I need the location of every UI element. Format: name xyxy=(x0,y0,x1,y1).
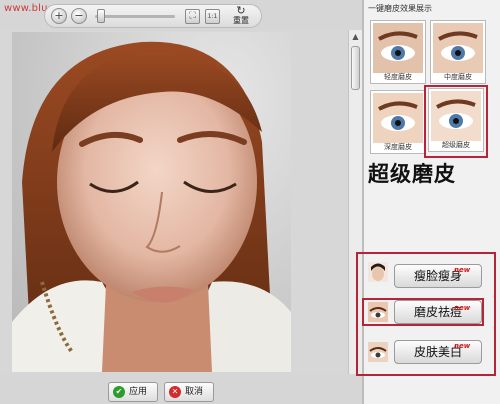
close-icon: ✕ xyxy=(169,386,181,398)
portrait-illustration xyxy=(12,41,291,372)
zoom-in-icon: + xyxy=(54,9,64,22)
selected-effect-caption: 超级磨皮 xyxy=(368,162,456,186)
actual-size-icon: 1:1 xyxy=(207,13,218,20)
thumbnail-deep[interactable]: 深度磨皮 xyxy=(370,90,426,154)
zoom-toolbar: + − ⛶ 1:1 ↻ 重置 xyxy=(44,4,262,28)
eye-closeup-icon xyxy=(368,302,388,322)
eye-thumbnail-image xyxy=(373,23,423,73)
effects-panel: 一键磨皮效果展示 轻度磨皮 中度磨皮 深度磨皮 超级磨皮 超级磨皮 瘦脸瘦身 n… xyxy=(356,0,500,404)
checkmark-icon: ✔ xyxy=(113,386,125,398)
scrollbar-thumb[interactable] xyxy=(351,46,360,90)
panel-title: 一键磨皮效果展示 xyxy=(368,4,432,13)
portrait-photo xyxy=(12,32,291,372)
apply-label: 应用 xyxy=(129,387,148,397)
fit-window-icon: ⛶ xyxy=(189,11,196,21)
new-badge: new xyxy=(454,342,471,350)
zoom-in-button[interactable]: + xyxy=(51,8,67,24)
zoom-slider-thumb[interactable] xyxy=(97,9,105,23)
apply-button[interactable]: ✔ 应用 xyxy=(108,382,158,402)
photo-editor-window: www.blue1000.com + − ⛶ 1:1 ↻ 重置 xyxy=(0,0,500,404)
cancel-label: 取消 xyxy=(185,387,204,397)
reset-icon: ↻ xyxy=(236,4,246,17)
selected-thumbnail-highlight xyxy=(424,85,488,158)
toolbar: www.blue1000.com + − ⛶ 1:1 ↻ 重置 xyxy=(0,0,362,30)
reset-button[interactable]: ↻ 重置 xyxy=(227,5,255,27)
new-badge: new xyxy=(454,266,471,274)
action-bar: ✔ 应用 ✕ 取消 xyxy=(0,374,362,404)
actual-size-button[interactable]: 1:1 xyxy=(205,9,220,24)
cancel-button[interactable]: ✕ 取消 xyxy=(164,382,214,402)
thumbnail-label: 中度磨皮 xyxy=(444,73,472,81)
reset-label: 重置 xyxy=(233,16,249,25)
zoom-out-button[interactable]: − xyxy=(71,8,87,24)
thumbnail-light[interactable]: 轻度磨皮 xyxy=(370,20,426,84)
scroll-up-icon[interactable]: ▲ xyxy=(349,30,362,43)
image-canvas[interactable]: ▲ xyxy=(0,30,362,374)
thumbnail-label: 深度磨皮 xyxy=(384,143,412,151)
thumbnail-label: 轻度磨皮 xyxy=(384,73,412,81)
eye-thumbnail-image xyxy=(433,23,483,73)
zoom-out-icon: − xyxy=(74,9,84,22)
fit-window-button[interactable]: ⛶ xyxy=(185,9,200,24)
thumbnail-medium[interactable]: 中度磨皮 xyxy=(430,20,486,84)
face-thumbnail-icon xyxy=(368,262,388,282)
new-badge: new xyxy=(454,304,471,312)
eye-closeup-icon xyxy=(368,342,388,362)
zoom-slider-track[interactable] xyxy=(95,15,175,18)
eye-thumbnail-image xyxy=(373,93,423,143)
